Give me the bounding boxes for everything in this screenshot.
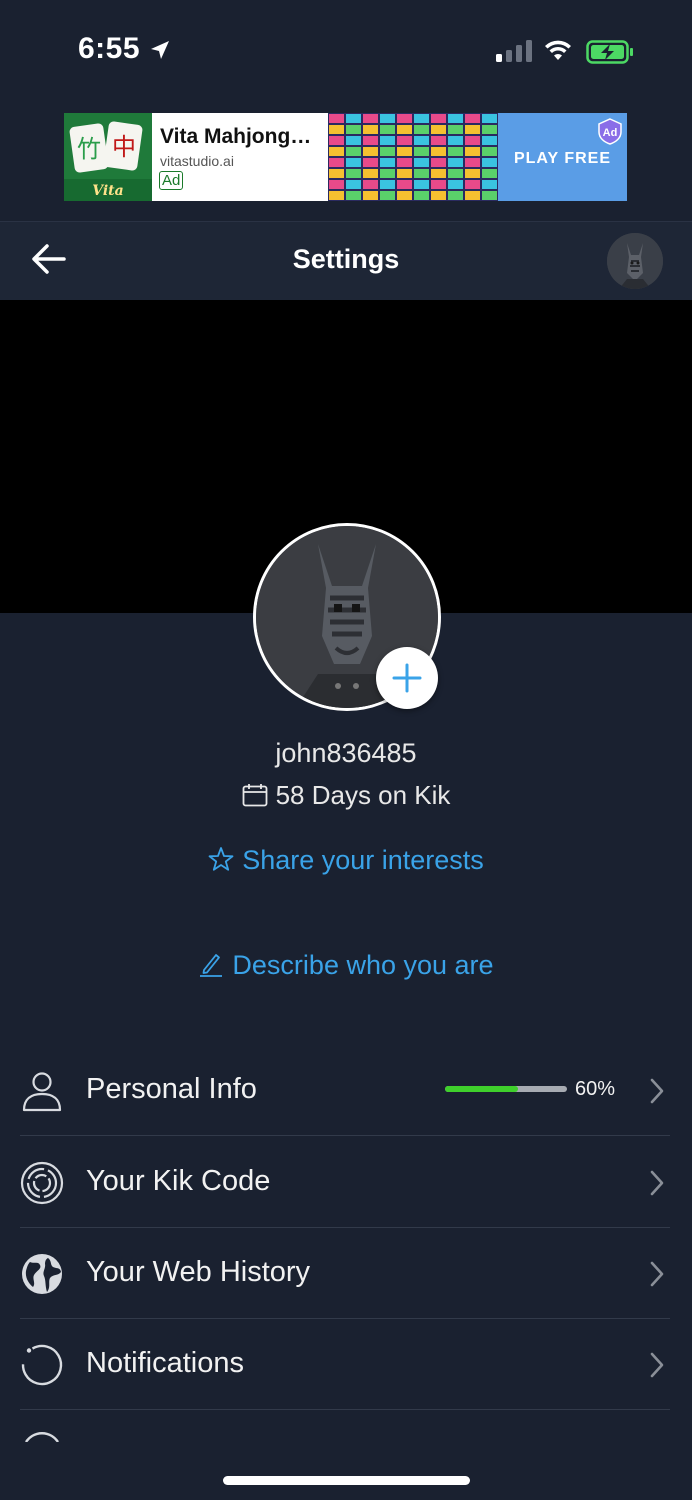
ad-app-icon-text: Vita xyxy=(92,183,123,199)
svg-text:中: 中 xyxy=(112,133,136,161)
plus-icon xyxy=(392,663,422,693)
ad-domain: vitastudio.ai xyxy=(160,153,234,169)
divider xyxy=(20,1409,670,1410)
globe-icon xyxy=(22,1254,62,1294)
days-on-kik-label: 58 Days on Kik xyxy=(275,780,451,810)
settings-item-web-history[interactable]: Your Web History xyxy=(20,1228,670,1319)
describe-yourself-label: Describe who you are xyxy=(232,950,494,980)
ad-title: Vita Mahjong… xyxy=(160,125,312,148)
battery-charging-icon xyxy=(586,40,633,64)
ad-cta-button[interactable]: Ad PLAY FREE xyxy=(498,113,627,201)
svg-text:Ad: Ad xyxy=(603,127,618,139)
header-bar: Settings xyxy=(0,221,692,300)
person-icon xyxy=(22,1072,62,1112)
share-interests-label: Share your interests xyxy=(242,845,484,875)
calendar-icon xyxy=(242,784,267,807)
days-on-kik: 58 Days on Kik xyxy=(0,780,692,811)
wifi-icon xyxy=(545,40,571,60)
profile-completion-fill xyxy=(445,1086,519,1092)
divider xyxy=(20,1135,670,1136)
chevron-right-icon xyxy=(650,1261,664,1287)
describe-yourself-link[interactable]: Describe who you are xyxy=(0,950,692,981)
star-icon xyxy=(208,847,234,871)
partial-settings-icon xyxy=(24,1432,60,1442)
signal-icon xyxy=(496,40,532,62)
ad-cta-label: PLAY FREE xyxy=(513,150,612,167)
settings-item-label: Your Kik Code xyxy=(86,1165,271,1197)
username: john836485 xyxy=(275,738,417,768)
pencil-icon xyxy=(200,954,223,977)
settings-item-label: Personal Info xyxy=(86,1073,257,1105)
home-indicator[interactable] xyxy=(223,1476,470,1485)
ad-badge: Ad xyxy=(159,171,184,190)
svg-text:竹: 竹 xyxy=(77,135,101,163)
add-photo-button[interactable] xyxy=(376,647,438,709)
ad-game-image xyxy=(328,113,498,201)
settings-item-kik-code[interactable]: Your Kik Code xyxy=(20,1137,670,1228)
chevron-right-icon xyxy=(650,1078,664,1104)
page-title: Settings xyxy=(292,244,400,274)
settings-item-label: Notifications xyxy=(86,1347,244,1379)
notification-ring-icon xyxy=(21,1344,63,1386)
profile-completion-bar xyxy=(445,1086,567,1092)
ad-banner[interactable]: 竹 中 Vita Vita Mahjong… vitastudio.ai Ad xyxy=(64,113,627,201)
settings-item-label: Your Web History xyxy=(86,1256,311,1288)
location-arrow-icon xyxy=(151,41,169,59)
chevron-right-icon xyxy=(650,1352,664,1378)
chevron-right-icon xyxy=(650,1170,664,1196)
status-time: 6:55 xyxy=(78,32,141,65)
header-avatar[interactable] xyxy=(607,233,663,289)
ad-app-icon: 竹 中 Vita xyxy=(64,113,152,201)
settings-item-notifications[interactable]: Notifications xyxy=(20,1319,670,1410)
settings-item-personal-info[interactable]: Personal Info 60% xyxy=(20,1045,670,1136)
share-interests-link[interactable]: Share your interests xyxy=(0,845,692,876)
ad-choice-icon[interactable]: Ad xyxy=(596,117,624,145)
kik-code-icon xyxy=(20,1161,64,1205)
profile-completion-label: 60% xyxy=(575,1078,616,1100)
